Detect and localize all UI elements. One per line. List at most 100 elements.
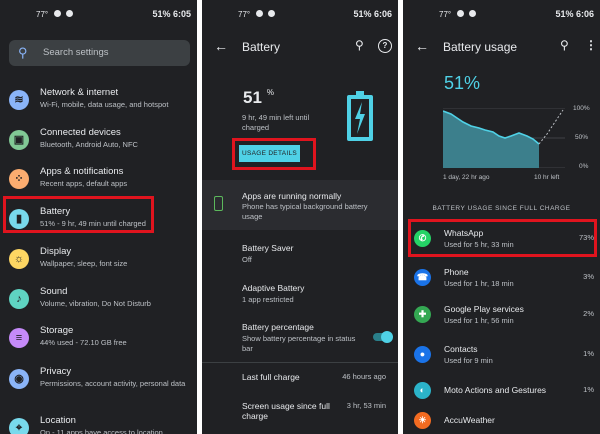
row-value: 46 hours ago — [342, 372, 386, 381]
app-name: Moto Actions and Gestures — [444, 385, 547, 395]
status-bar: 77° 51% 6:06 — [202, 8, 398, 22]
settings-item-title: Network & internet — [40, 87, 119, 98]
battery-row-battery-saver[interactable]: Battery Saver Off — [242, 243, 392, 265]
battery-row-last-full-charge[interactable]: Last full charge 46 hours ago — [242, 372, 392, 382]
battery-row-screen-usage-since-full-charge[interactable]: Screen usage since full charge 3 hr, 53 m… — [242, 401, 392, 421]
privacy-icon: ◉ — [9, 369, 29, 389]
shield-icon — [268, 10, 275, 17]
x-label-start: 1 day, 22 hr ago — [443, 174, 490, 181]
chart-area — [443, 111, 539, 168]
row-subtitle: Show battery percentage in status bar — [242, 334, 356, 353]
status-time: 51% 6:06 — [353, 9, 392, 19]
x-label-end: 10 hr left — [534, 174, 560, 181]
settings-item-display[interactable]: ☼ Display Wallpaper, sleep, font size — [0, 243, 197, 281]
card-subtitle: Phone has typical background battery usa… — [242, 202, 368, 221]
battery-charging-icon — [347, 91, 373, 141]
settings-item-subtitle: 44% used - 72.10 GB free — [40, 338, 127, 347]
search-bar[interactable]: ⚲ Search settings — [9, 40, 190, 66]
settings-item-storage[interactable]: ≡ Storage 44% used - 72.10 GB free — [0, 322, 197, 360]
app-usage-time: Used for 1 hr, 56 min — [444, 316, 514, 325]
app-usage-google-play-services[interactable]: ✚ Google Play services Used for 1 hr, 56 m… — [403, 298, 600, 334]
notification-dot-icon — [457, 10, 464, 17]
row-title: Adaptive Battery — [242, 283, 305, 293]
shield-icon — [469, 10, 476, 17]
battery-row-battery-percentage[interactable]: Battery percentage Show battery percentag… — [242, 322, 392, 354]
battery-percent: 51% — [243, 88, 275, 107]
shield-icon — [66, 10, 73, 17]
app-usage-accuweather[interactable]: ☀ AccuWeather — [403, 404, 600, 434]
chart-projection — [538, 109, 564, 145]
settings-item-network-internet[interactable]: ≋ Network & internet Wi-Fi, mobile, data u… — [0, 84, 197, 122]
page-title: Battery — [242, 40, 281, 54]
battery-panel: 77° 51% 6:06 ← Battery ⚲ ? 51% 9 hr, 49 … — [202, 0, 398, 434]
settings-item-title: Storage — [40, 325, 74, 336]
settings-item-subtitle: Volume, vibration, Do Not Disturb — [40, 299, 151, 308]
more-vert-icon[interactable]: ⋮ — [585, 38, 597, 52]
row-title: Battery percentage — [242, 322, 314, 332]
settings-item-title: Connected devices — [40, 127, 121, 138]
status-bar: 77° 51% 6:06 — [403, 8, 600, 22]
storage-icon: ≡ — [9, 328, 29, 348]
settings-item-title: Sound — [40, 286, 68, 297]
usage-details-highlight — [232, 138, 316, 170]
card-title: Apps are running normally — [242, 191, 342, 201]
y-label-50: 50% — [575, 134, 589, 141]
wifi-icon: ≋ — [9, 90, 29, 110]
battery-highlight — [3, 196, 154, 233]
app-usage-phone[interactable]: ☎ Phone Used for 1 hr, 18 min 3% — [403, 261, 600, 297]
settings-item-connected-devices[interactable]: ▣ Connected devices Bluetooth, Android Aut… — [0, 124, 197, 162]
back-arrow-icon[interactable]: ← — [214, 38, 228, 54]
app-name: Google Play services — [444, 304, 524, 314]
status-bar: 77° 51% 6:05 — [0, 8, 197, 22]
settings-item-subtitle: Bluetooth, Android Auto, NFC — [40, 140, 138, 149]
battery-ok-icon — [214, 196, 223, 211]
battery-percentage-toggle[interactable] — [373, 331, 393, 343]
toggle-knob — [381, 331, 393, 343]
status-left: 77° — [439, 10, 452, 19]
display-icon: ☼ — [9, 249, 29, 269]
app-name: Phone — [444, 267, 469, 277]
row-title: Screen usage since full charge — [242, 401, 330, 421]
y-label-0: 0% — [579, 163, 589, 170]
battery-percent: 51% — [444, 73, 481, 93]
weather-icon: ☀ — [414, 412, 431, 429]
puzzle-icon: ✚ — [414, 306, 431, 323]
apps-icon: ⁘ — [9, 169, 29, 189]
battery-level-chart — [443, 108, 565, 168]
status-left: 77° — [36, 10, 49, 19]
whatsapp-highlight — [408, 219, 597, 257]
search-icon: ⚲ — [18, 45, 28, 60]
row-title: Last full charge — [242, 372, 300, 382]
location-icon: ⌖ — [9, 418, 29, 434]
app-percent: 1% — [583, 385, 594, 394]
settings-item-subtitle: Recent apps, default apps — [40, 179, 128, 188]
row-subtitle: Off — [242, 255, 252, 264]
search-icon[interactable]: ⚲ — [355, 38, 364, 52]
app-percent: 2% — [583, 309, 594, 318]
app-percent: 1% — [583, 349, 594, 358]
help-icon[interactable]: ? — [378, 39, 392, 53]
settings-item-subtitle: Wallpaper, sleep, font size — [40, 259, 128, 268]
battery-status-card[interactable]: Apps are running normally Phone has typi… — [202, 180, 398, 230]
y-label-100: 100% — [573, 105, 590, 112]
settings-item-title: Privacy — [40, 366, 72, 377]
notification-dot-icon — [54, 10, 61, 17]
settings-item-location[interactable]: ⌖ Location On - 11 apps have access to loc… — [0, 412, 197, 434]
app-name: Contacts — [444, 344, 478, 354]
status-time: 51% 6:05 — [152, 9, 191, 19]
row-value: 3 hr, 53 min — [346, 401, 386, 410]
app-usage-contacts[interactable]: ● Contacts Used for 9 min 1% — [403, 338, 600, 374]
search-icon[interactable]: ⚲ — [560, 38, 569, 52]
page-title: Battery usage — [443, 40, 518, 54]
app-name: AccuWeather — [444, 415, 495, 425]
settings-item-sound[interactable]: ♪ Sound Volume, vibration, Do Not Disturb — [0, 283, 197, 321]
row-divider — [202, 362, 398, 363]
settings-item-privacy[interactable]: ◉ Privacy Permissions, account activity, p… — [0, 363, 197, 401]
sound-icon: ♪ — [9, 289, 29, 309]
battery-row-adaptive-battery[interactable]: Adaptive Battery 1 app restricted — [242, 283, 392, 305]
settings-panel: 77° 51% 6:05 ⚲ Search settings ≋ Network … — [0, 0, 197, 434]
phone-icon: ☎ — [414, 269, 431, 286]
back-arrow-icon[interactable]: ← — [415, 38, 429, 54]
row-title: Battery Saver — [242, 243, 294, 253]
time-left: 9 hr, 49 min left until charged — [242, 113, 310, 132]
